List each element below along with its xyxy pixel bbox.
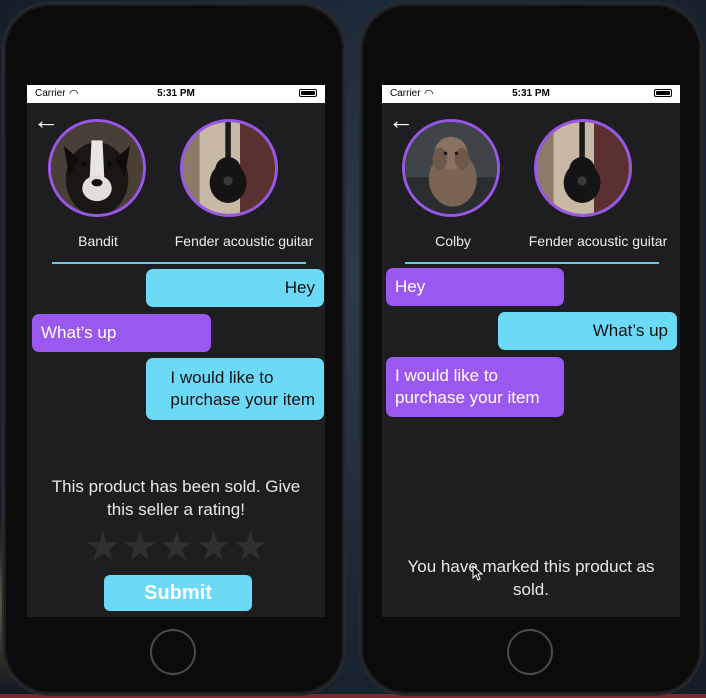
avatar-user-dog[interactable] xyxy=(48,119,146,217)
mouse-cursor-icon xyxy=(472,565,484,581)
clock-label: 5:31 PM xyxy=(157,88,195,99)
star-icon[interactable]: ★ xyxy=(232,525,268,569)
message-bubble-sent: Hey xyxy=(146,269,324,307)
home-button[interactable] xyxy=(150,629,196,675)
message-text: Hey xyxy=(395,277,426,296)
marked-sold-line: sold. xyxy=(513,580,549,599)
rating-stars: ★ ★ ★ ★ ★ xyxy=(85,525,268,569)
avatar-user-poodle[interactable] xyxy=(402,119,500,217)
dog-photo xyxy=(51,122,143,214)
battery-icon xyxy=(299,89,317,97)
guitar-photo xyxy=(183,122,275,214)
message-bubble-received: What’s up xyxy=(32,314,211,352)
phone-buyer: Carrier ◠ 5:31 PM ← Bandit Fender acoust… xyxy=(4,4,344,694)
message-text: What’s up xyxy=(592,321,668,340)
user-name-label: Bandit xyxy=(78,233,118,249)
phone-seller: Carrier ◠ 5:31 PM ← Colby Fender acousti… xyxy=(361,4,701,694)
message-text: What’s up xyxy=(41,323,117,342)
message-text-line: purchase your item xyxy=(170,390,315,409)
guitar-photo xyxy=(537,122,629,214)
message-text-line: I would like to xyxy=(170,368,274,387)
poodle-photo xyxy=(405,122,497,214)
message-text: I would like to purchase your item xyxy=(395,365,540,409)
message-text: Hey xyxy=(284,278,315,297)
message-bubble-received: Hey xyxy=(386,268,564,306)
item-name-label: Fender acoustic guitar xyxy=(174,233,314,249)
sold-notice-line: this seller a rating! xyxy=(107,500,245,519)
avatar-item-guitar[interactable] xyxy=(180,119,278,217)
header-divider xyxy=(52,262,306,264)
star-icon[interactable]: ★ xyxy=(122,525,158,569)
marked-sold-line: You have marked this product as xyxy=(407,557,655,576)
battery-icon xyxy=(654,89,672,97)
message-text: I would like to purchase your item xyxy=(170,367,315,411)
star-icon[interactable]: ★ xyxy=(159,525,195,569)
message-bubble-received: I would like to purchase your item xyxy=(386,357,564,417)
item-name-label: Fender acoustic guitar xyxy=(528,233,668,249)
user-name-label: Colby xyxy=(435,233,471,249)
message-bubble-sent: I would like to purchase your item xyxy=(146,358,324,420)
message-bubble-sent: What’s up xyxy=(498,312,677,350)
back-arrow-icon[interactable]: ← xyxy=(388,107,414,133)
home-button[interactable] xyxy=(507,629,553,675)
status-bar: Carrier ◠ 5:31 PM xyxy=(382,85,680,103)
marked-sold-notice: You have marked this product as sold. xyxy=(382,555,680,601)
submit-rating-button[interactable]: Submit xyxy=(104,575,252,611)
screen-seller: Carrier ◠ 5:31 PM ← Colby Fender acousti… xyxy=(382,85,680,617)
star-icon[interactable]: ★ xyxy=(85,525,121,569)
clock-label: 5:31 PM xyxy=(512,88,550,99)
header-divider xyxy=(405,262,659,264)
message-text-line: I would like to xyxy=(395,366,498,385)
sold-notice: This product has been sold. Give this se… xyxy=(27,475,325,521)
message-text-line: purchase your item xyxy=(395,388,540,407)
screen-buyer: Carrier ◠ 5:31 PM ← Bandit Fender acoust… xyxy=(27,85,325,617)
star-icon[interactable]: ★ xyxy=(196,525,232,569)
status-bar: Carrier ◠ 5:31 PM xyxy=(27,85,325,103)
back-arrow-icon[interactable]: ← xyxy=(33,107,59,133)
window-bottom-edge xyxy=(0,694,706,698)
avatar-item-guitar[interactable] xyxy=(534,119,632,217)
sold-notice-line: This product has been sold. Give xyxy=(51,477,301,496)
